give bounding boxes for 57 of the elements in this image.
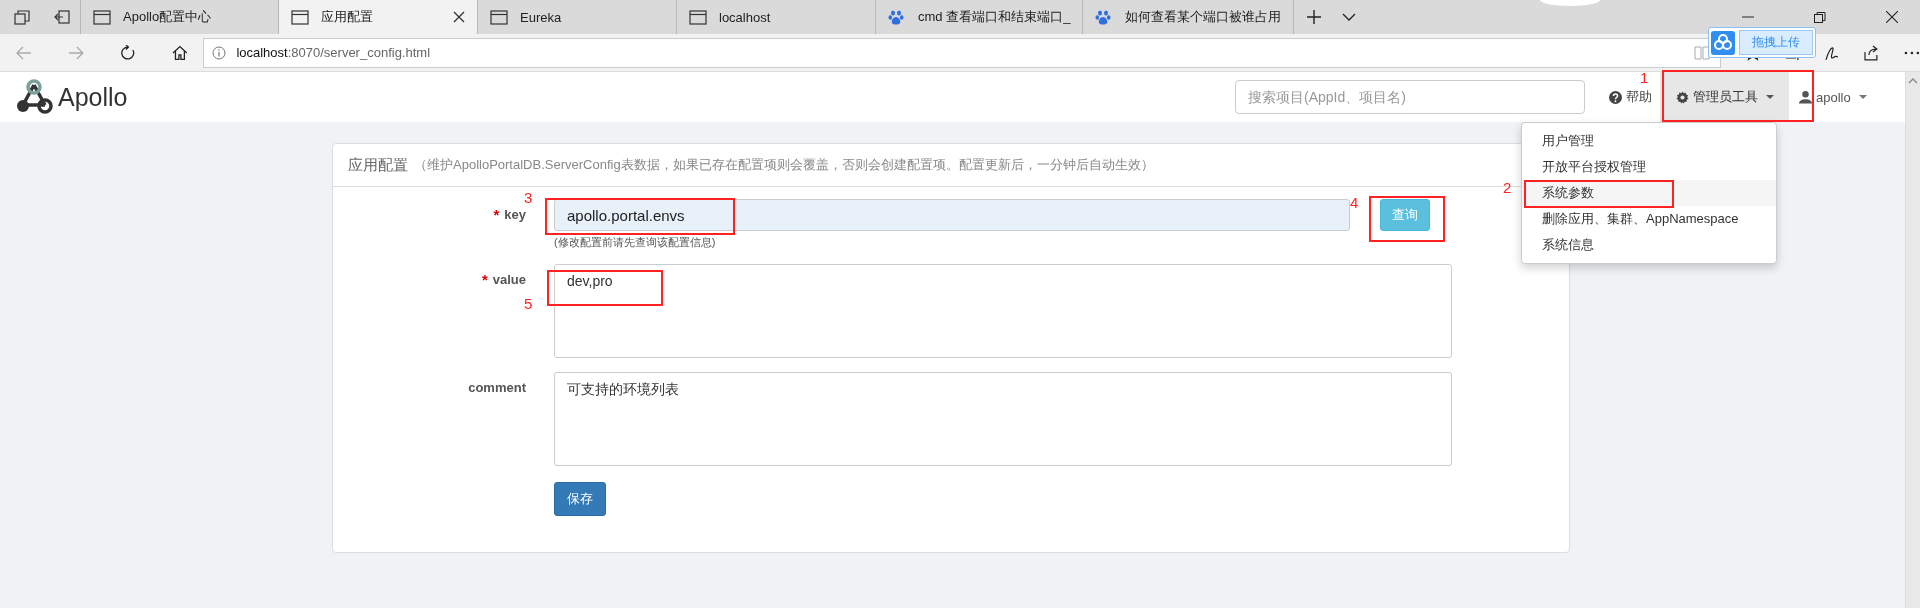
scrollbar[interactable]	[1905, 72, 1920, 608]
new-tab-icon[interactable]	[1306, 9, 1323, 25]
key-field[interactable]: apollo.portal.envs	[554, 199, 1350, 231]
annotation-number: 1	[1640, 70, 1649, 86]
menu-item[interactable]: 删除应用、集群、AppNamespace	[1522, 206, 1776, 232]
required-mark: *	[493, 207, 500, 222]
required-mark: *	[481, 272, 488, 287]
save-button[interactable]: 保存	[554, 482, 606, 516]
help-icon	[1609, 90, 1622, 104]
field-label: value	[492, 272, 526, 287]
set-aside-icon[interactable]	[54, 10, 70, 24]
close-icon[interactable]	[453, 11, 465, 23]
menu-item[interactable]: 系统信息	[1522, 232, 1776, 258]
tabs-aside-icon[interactable]	[14, 9, 30, 25]
value-field[interactable]: dev,pro	[554, 264, 1452, 358]
paw-icon	[888, 8, 906, 26]
page-icon	[291, 8, 309, 26]
menu-item[interactable]: 用户管理	[1522, 128, 1776, 154]
caret-icon	[1765, 95, 1774, 99]
user-icon	[1799, 90, 1812, 104]
browser-tab[interactable]: Apollo配置中心	[80, 0, 279, 34]
address-field[interactable]: localhost:8070/server_config.html	[203, 37, 1721, 68]
comment-field[interactable]: 可支持的环境列表	[554, 372, 1452, 466]
gear-icon	[1675, 90, 1689, 104]
scroll-up-icon[interactable]	[1908, 78, 1918, 84]
search-field[interactable]: 搜索项目(AppId、项目名)	[1235, 80, 1585, 114]
field-label: key	[504, 207, 526, 222]
menu-item[interactable]: 开放平台授权管理	[1522, 154, 1776, 180]
page-icon	[93, 8, 111, 26]
cloud-icon	[1711, 30, 1735, 55]
annotation-number: 4	[1350, 195, 1359, 211]
field-label: comment	[468, 380, 526, 395]
page-icon	[490, 8, 508, 26]
pen-icon[interactable]	[1824, 44, 1841, 61]
chevron-down-icon[interactable]	[1342, 13, 1357, 21]
home-icon[interactable]	[171, 44, 188, 61]
field-hint: (修改配置前请先查询该配置信息)	[554, 235, 716, 250]
user-menu[interactable]: apollo	[1789, 72, 1875, 122]
help-link[interactable]: 帮助	[1609, 88, 1652, 106]
close-icon[interactable]	[1886, 11, 1898, 23]
admin-tools-menu[interactable]: 管理员工具	[1660, 72, 1789, 122]
panel-description: （维护ApolloPortalDB.ServerConfig表数据，如果已存在配置项则会覆盖，否则会创建配置项。配置更新后，一分钟后自动生效）	[414, 156, 1154, 174]
caret-icon	[1858, 95, 1867, 99]
share-icon[interactable]	[1864, 44, 1881, 61]
info-icon	[212, 45, 227, 60]
restore-icon[interactable]	[1814, 11, 1826, 23]
logo-text: Apollo	[58, 82, 128, 112]
more-icon[interactable]	[1904, 50, 1920, 55]
browser-tab[interactable]: 应用配置	[279, 0, 478, 34]
refresh-icon[interactable]	[119, 44, 136, 61]
annotation-number: 5	[524, 296, 533, 312]
panel-title: 应用配置	[348, 155, 408, 175]
page-icon	[689, 8, 707, 26]
annotation-number: 2	[1503, 180, 1512, 196]
menu-item[interactable]: 系统参数	[1522, 180, 1776, 206]
annotation-number: 3	[524, 190, 533, 206]
logo-icon	[14, 79, 54, 115]
